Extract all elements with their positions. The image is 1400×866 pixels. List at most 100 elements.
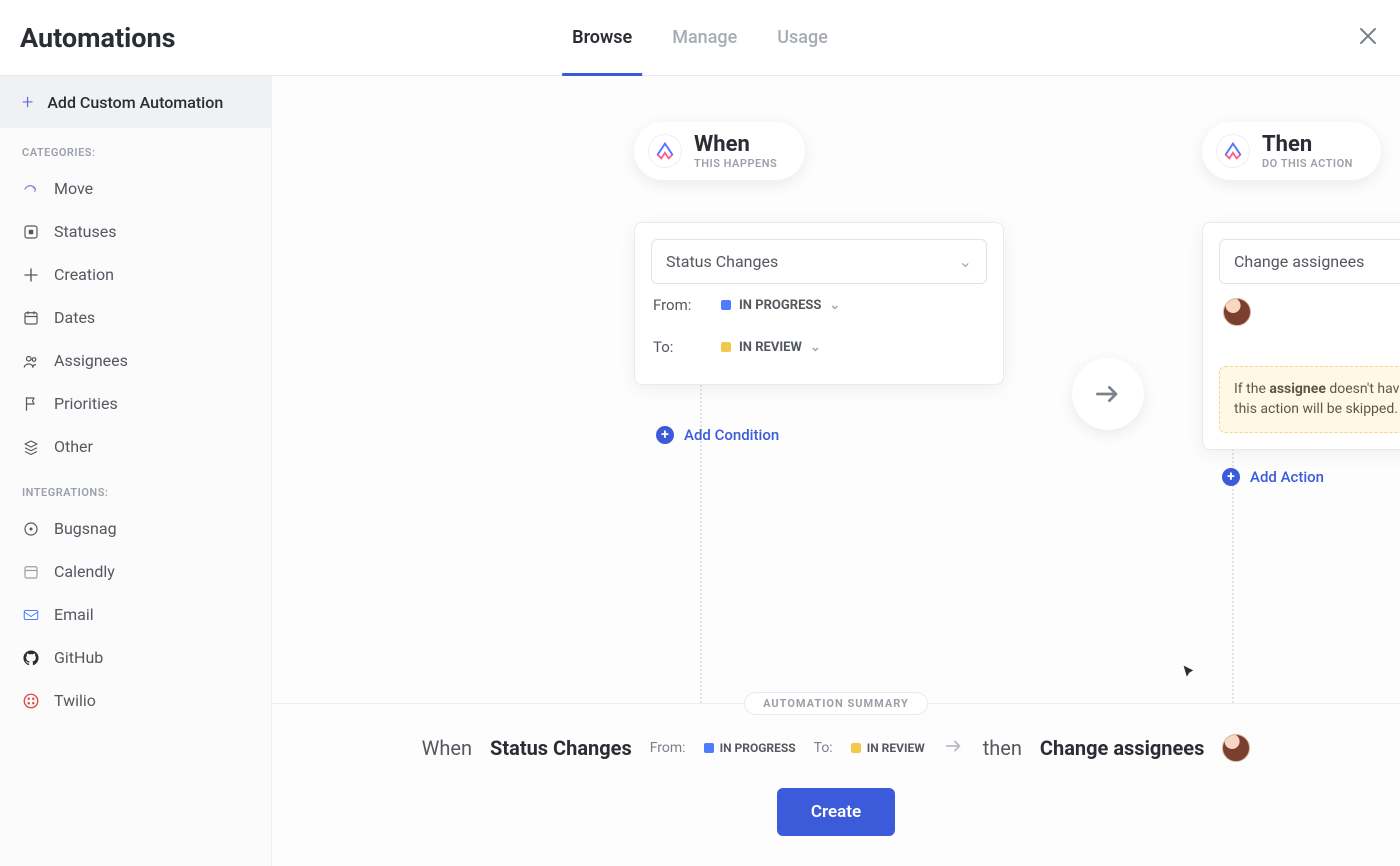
summary-to-label: To: [814, 740, 833, 756]
create-label: Create [811, 802, 861, 822]
summary-when-word: When [422, 736, 472, 760]
calendar-icon [22, 309, 40, 327]
tab-browse[interactable]: Browse [552, 0, 652, 76]
when-title: When [694, 132, 777, 157]
assignee-avatar[interactable] [1223, 298, 1251, 326]
add-condition-button[interactable]: + Add Condition [656, 426, 779, 444]
chevron-down-icon: ⌄ [810, 340, 821, 355]
summary-from-chip: IN PROGRESS [704, 741, 796, 755]
to-status-value: IN REVIEW [739, 340, 802, 355]
automation-builder: When THIS HAPPENS Then DO THIS ACTION St… [272, 76, 1400, 703]
summary-to-value: IN REVIEW [867, 741, 925, 755]
add-custom-label: Add Custom Automation [47, 93, 223, 112]
chevron-down-icon: ⌄ [829, 298, 840, 313]
when-pill: When THIS HAPPENS [634, 122, 805, 180]
tab-label: Manage [672, 27, 737, 48]
sidebar-item-label: Calendly [54, 562, 115, 581]
mouse-cursor-icon [1182, 664, 1198, 684]
sidebar-item-label: GitHub [54, 648, 103, 667]
add-custom-automation-button[interactable]: + Add Custom Automation [0, 76, 271, 128]
add-condition-label: Add Condition [684, 426, 779, 444]
plus-circle-icon: + [656, 426, 674, 444]
plus-cross-icon [22, 266, 40, 284]
sidebar-item-statuses[interactable]: Statuses [0, 210, 271, 253]
sidebar-item-label: Other [54, 437, 93, 456]
sidebar-item-label: Dates [54, 308, 95, 327]
then-card: Change assignees ⌄ Advanced If the assig… [1202, 222, 1400, 450]
summary-from-value: IN PROGRESS [720, 741, 796, 755]
when-subtitle: THIS HAPPENS [694, 157, 777, 170]
summary-label: AUTOMATION SUMMARY [744, 692, 928, 715]
sidebar-item-dates[interactable]: Dates [0, 296, 271, 339]
assignee-warning: If the assignee doesn't have access to t… [1219, 366, 1400, 433]
action-select[interactable]: Change assignees ⌄ [1219, 239, 1400, 284]
sidebar-item-calendly[interactable]: Calendly [0, 550, 271, 593]
warning-text-prefix: If the [1234, 381, 1269, 397]
status-color-dot [851, 743, 861, 753]
sidebar-item-label: Move [54, 179, 93, 198]
sidebar-item-label: Statuses [54, 222, 117, 241]
flag-icon [22, 395, 40, 413]
to-status-picker[interactable]: IN REVIEW ⌄ [721, 340, 821, 355]
to-label: To: [653, 338, 703, 356]
tab-label: Browse [572, 27, 632, 48]
sidebar-item-twilio[interactable]: Twilio [0, 679, 271, 722]
twilio-icon [22, 692, 40, 710]
then-pill: Then DO THIS ACTION [1202, 122, 1381, 180]
integrations-section-label: INTEGRATIONS: [0, 468, 271, 507]
sidebar-item-creation[interactable]: Creation [0, 253, 271, 296]
sidebar-item-assignees[interactable]: Assignees [0, 339, 271, 382]
trigger-select[interactable]: Status Changes ⌄ [651, 239, 987, 284]
sidebar-item-github[interactable]: GitHub [0, 636, 271, 679]
sidebar-item-email[interactable]: Email [0, 593, 271, 636]
email-icon [22, 606, 40, 624]
sidebar-item-move[interactable]: Move [0, 167, 271, 210]
create-button[interactable]: Create [777, 788, 895, 836]
sidebar-item-bugsnag[interactable]: Bugsnag [0, 507, 271, 550]
main: When THIS HAPPENS Then DO THIS ACTION St… [272, 76, 1400, 866]
sidebar-item-priorities[interactable]: Priorities [0, 382, 271, 425]
automation-summary: AUTOMATION SUMMARY When Status Changes F… [272, 703, 1400, 866]
then-subtitle: DO THIS ACTION [1262, 157, 1353, 170]
add-action-button[interactable]: + Add Action [1222, 468, 1324, 486]
sidebar-item-label: Bugsnag [54, 519, 117, 538]
tab-manage[interactable]: Manage [652, 0, 757, 76]
trigger-select-value: Status Changes [666, 252, 778, 271]
action-select-value: Change assignees [1234, 252, 1364, 271]
sidebar-item-label: Priorities [54, 394, 118, 413]
summary-from-label: From: [650, 740, 686, 756]
status-color-dot [721, 300, 731, 310]
status-color-dot [721, 342, 731, 352]
sidebar-item-label: Assignees [54, 351, 128, 370]
chevron-down-icon: ⌄ [959, 252, 972, 271]
stack-icon [22, 438, 40, 456]
sidebar-item-label: Email [54, 605, 94, 624]
from-status-picker[interactable]: IN PROGRESS ⌄ [721, 298, 840, 313]
arrow-right-icon [943, 735, 965, 762]
github-icon [22, 649, 40, 667]
sidebar-item-label: Creation [54, 265, 114, 284]
sidebar-item-other[interactable]: Other [0, 425, 271, 468]
bugsnag-icon [22, 520, 40, 538]
page-title: Automations [20, 22, 176, 54]
close-icon [1356, 24, 1380, 48]
plus-icon: + [22, 90, 33, 114]
from-label: From: [653, 296, 703, 314]
clickup-logo-icon [648, 134, 682, 168]
when-card: Status Changes ⌄ From: IN PROGRESS ⌄ To: [634, 222, 1004, 385]
summary-trigger: Status Changes [490, 736, 632, 760]
summary-to-chip: IN REVIEW [851, 741, 925, 755]
summary-line: When Status Changes From: IN PROGRESS To… [312, 734, 1360, 762]
tab-usage[interactable]: Usage [757, 0, 848, 76]
from-status-value: IN PROGRESS [739, 298, 821, 313]
flow-arrow [1072, 358, 1144, 430]
sidebar: + Add Custom Automation CATEGORIES: Move… [0, 76, 272, 866]
share-arrow-icon [22, 180, 40, 198]
square-dot-icon [22, 223, 40, 241]
status-color-dot [704, 743, 714, 753]
summary-assignee-avatar [1222, 734, 1250, 762]
tab-label: Usage [777, 27, 828, 48]
summary-action: Change assignees [1040, 736, 1204, 760]
clickup-logo-icon [1216, 134, 1250, 168]
close-button[interactable] [1356, 24, 1380, 52]
